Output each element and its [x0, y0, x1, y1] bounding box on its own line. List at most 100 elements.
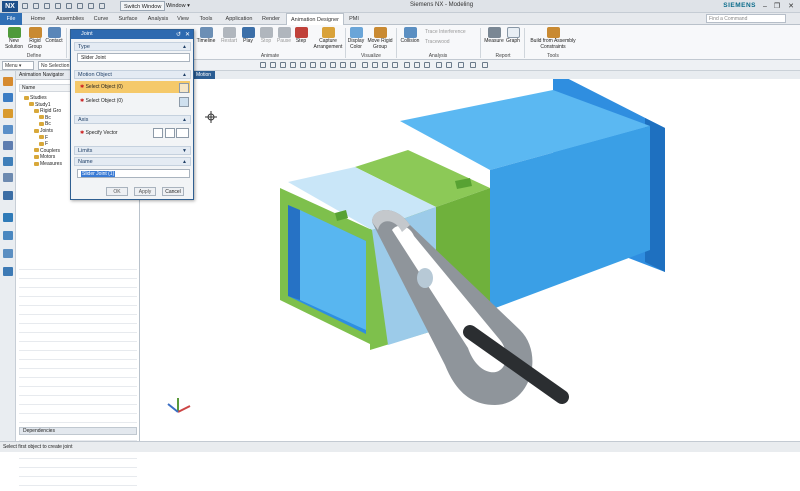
- section-limits[interactable]: Limits ▼: [74, 146, 191, 155]
- reset-icon[interactable]: ↺: [176, 31, 181, 38]
- trace-interference-button[interactable]: Trace Interference: [425, 29, 466, 35]
- tree-item[interactable]: Couplers: [34, 148, 60, 154]
- touch-mode-icon[interactable]: [99, 3, 105, 9]
- rotate-icon[interactable]: [424, 62, 430, 68]
- undo-icon[interactable]: [33, 3, 39, 9]
- tab-surface[interactable]: Surface: [114, 13, 142, 25]
- measure-button[interactable]: Measure: [484, 27, 504, 45]
- apply-button[interactable]: Apply: [134, 187, 156, 196]
- restart-button[interactable]: Restart: [220, 27, 238, 45]
- layer-icon[interactable]: [470, 62, 476, 68]
- graphics-window[interactable]: [140, 71, 800, 441]
- tab-curve[interactable]: Curve: [90, 13, 112, 25]
- ok-button[interactable]: OK: [106, 187, 128, 196]
- collision-button[interactable]: Collision: [399, 27, 421, 45]
- tab-render[interactable]: Render: [258, 13, 284, 25]
- manufacturing-wizards-icon[interactable]: [3, 231, 13, 240]
- graphics-tab[interactable]: Motion: [192, 71, 216, 79]
- dependencies-panel[interactable]: Dependencies: [19, 427, 137, 435]
- vector-dialog-icon[interactable]: [165, 128, 175, 138]
- settings-icon[interactable]: [482, 62, 488, 68]
- copy-icon[interactable]: [66, 3, 72, 9]
- snap-point-icon[interactable]: [280, 62, 286, 68]
- tab-tools[interactable]: Tools: [195, 13, 217, 25]
- build-from-assembly-constraints-button[interactable]: Build from Assembly Constraints: [528, 27, 578, 50]
- display-color-button[interactable]: Display Color: [347, 27, 365, 50]
- tree-item[interactable]: Studies: [24, 95, 47, 101]
- cut-icon[interactable]: [55, 3, 61, 9]
- fit-view-icon[interactable]: [404, 62, 410, 68]
- section-motion-object[interactable]: Motion Object ▲: [74, 70, 191, 79]
- capture-arrangement-button[interactable]: Capture Arrangement: [312, 27, 344, 50]
- graph-button[interactable]: Graph: [505, 27, 521, 45]
- tree-item[interactable]: Study1: [29, 102, 51, 108]
- tree-item[interactable]: Motors: [34, 154, 55, 160]
- reverse-direction-icon[interactable]: [153, 128, 163, 138]
- tab-pmi[interactable]: PMI: [345, 13, 363, 25]
- assembly-navigator-icon[interactable]: [3, 77, 13, 86]
- play-button[interactable]: Play: [240, 27, 256, 45]
- tree-item[interactable]: Bc: [39, 115, 51, 121]
- part-navigator-icon[interactable]: [3, 109, 13, 118]
- constraint-navigator-icon[interactable]: [3, 93, 13, 102]
- hd3d-tools-icon[interactable]: [3, 141, 13, 150]
- minimize-icon[interactable]: –: [760, 2, 770, 11]
- window-menu[interactable]: Window ▾: [166, 1, 190, 11]
- tab-application[interactable]: Application: [220, 13, 258, 25]
- menu-dropdown[interactable]: Menu ▾: [2, 61, 34, 70]
- select-object-2-icon[interactable]: [179, 97, 189, 107]
- dialog-close-icon[interactable]: ✕: [185, 31, 190, 38]
- cancel-button[interactable]: Cancel: [162, 187, 184, 196]
- select-object-2-row[interactable]: ✱ Select Object (0): [75, 95, 190, 107]
- tree-item[interactable]: Rigid Gro: [34, 108, 61, 114]
- tracewood-button[interactable]: Tracewood: [425, 39, 450, 45]
- switch-window-button[interactable]: Switch Window: [120, 1, 166, 11]
- find-command-input[interactable]: Find a Command: [706, 14, 786, 23]
- tree-item[interactable]: Measures: [34, 161, 62, 167]
- snap-existing-icon[interactable]: [350, 62, 356, 68]
- vector-type-dropdown[interactable]: [176, 128, 189, 138]
- save-icon[interactable]: [22, 3, 28, 9]
- section-name[interactable]: Name ▲: [74, 157, 191, 166]
- snap-pole-icon[interactable]: [382, 62, 388, 68]
- tree-item[interactable]: F: [39, 135, 48, 141]
- select-object-1-icon[interactable]: [179, 83, 189, 93]
- process-studio-icon[interactable]: [3, 213, 13, 222]
- rigid-group-button[interactable]: Rigid Group: [26, 27, 44, 50]
- section-axis[interactable]: Axis ▲: [74, 115, 191, 124]
- orient-view-icon[interactable]: [436, 62, 442, 68]
- tree-item[interactable]: Bc: [39, 121, 51, 127]
- tree-item[interactable]: F: [39, 141, 48, 147]
- tab-analysis[interactable]: Analysis: [143, 13, 173, 25]
- roles-icon[interactable]: [3, 249, 13, 258]
- snap-quadrant-icon[interactable]: [320, 62, 326, 68]
- close-icon[interactable]: ✕: [786, 2, 796, 11]
- paste-icon[interactable]: [77, 3, 83, 9]
- name-field[interactable]: Slider Joint (1): [77, 169, 190, 178]
- stop-button[interactable]: Stop: [258, 27, 274, 45]
- repeat-command-icon[interactable]: [88, 3, 94, 9]
- animation-navigator-icon[interactable]: [3, 267, 13, 276]
- snap-intersect-icon[interactable]: [330, 62, 336, 68]
- step-button[interactable]: Step: [293, 27, 309, 45]
- tab-assemblies[interactable]: Assemblies: [53, 13, 87, 25]
- contact-button[interactable]: Contact: [45, 27, 63, 45]
- new-solution-button[interactable]: New Solution: [4, 27, 24, 50]
- snap-arc-icon[interactable]: [392, 62, 398, 68]
- snap-center-icon[interactable]: [310, 62, 316, 68]
- select-object-1-row[interactable]: ✱ Select Object (0): [75, 81, 190, 93]
- pause-button[interactable]: Pause: [276, 27, 292, 45]
- redo-icon[interactable]: [44, 3, 50, 9]
- tab-view[interactable]: View: [173, 13, 193, 25]
- web-browser-icon[interactable]: [3, 157, 13, 166]
- zoom-icon[interactable]: [414, 62, 420, 68]
- snap-face-icon[interactable]: [362, 62, 368, 68]
- snap-mid-icon[interactable]: [300, 62, 306, 68]
- joint-type-select[interactable]: Slider Joint: [77, 53, 190, 62]
- render-style-icon[interactable]: [446, 62, 452, 68]
- system-materials-icon[interactable]: [3, 191, 13, 200]
- tab-file[interactable]: File: [0, 13, 22, 25]
- restore-icon[interactable]: ❐: [772, 2, 782, 11]
- select-icon[interactable]: [260, 62, 266, 68]
- reuse-library-icon[interactable]: [3, 125, 13, 134]
